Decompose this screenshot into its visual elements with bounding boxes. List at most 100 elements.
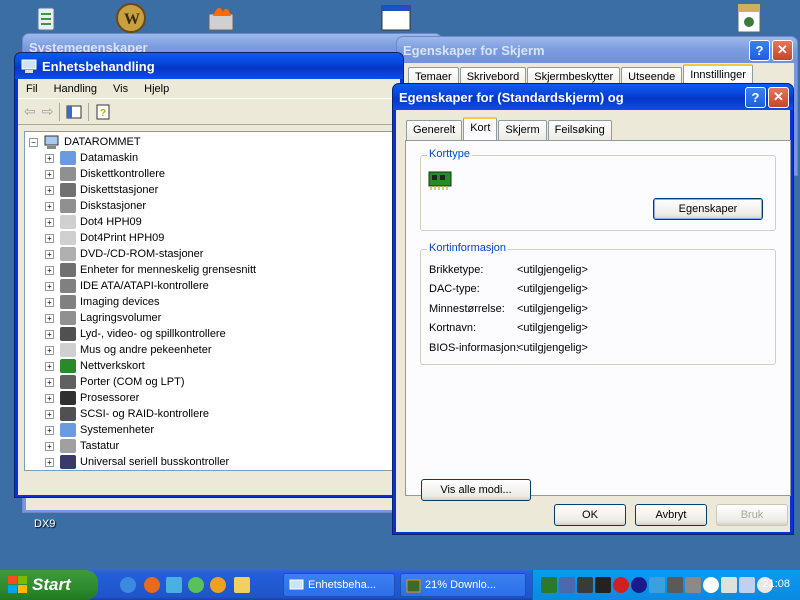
recycle-bin-icon[interactable] (30, 2, 62, 34)
expand-toggle[interactable]: + (45, 217, 54, 227)
device-category-icon (60, 391, 76, 405)
expand-toggle[interactable]: + (45, 329, 54, 339)
expand-toggle[interactable]: + (45, 153, 54, 163)
info-value-dac: <utilgjengelig> (517, 283, 588, 295)
ok-button[interactable]: OK (554, 504, 626, 526)
device-category[interactable]: + Mus og andre pekeenheter (45, 342, 211, 358)
expand-toggle[interactable]: + (45, 409, 54, 419)
menu-hjelp[interactable]: Hjelp (136, 83, 177, 95)
device-category-icon (60, 231, 76, 245)
device-category[interactable]: + Diskstasjoner (45, 198, 146, 214)
expand-toggle[interactable]: + (45, 297, 54, 307)
device-category[interactable]: + SCSI- og RAID-kontrollere (45, 406, 209, 422)
menu-bar: Fil Handling Vis Hjelp (18, 79, 400, 99)
expand-toggle[interactable]: + (45, 393, 54, 403)
bruk-button[interactable]: Bruk (716, 504, 788, 526)
menu-fil[interactable]: Fil (18, 83, 46, 95)
device-category[interactable]: + Prosessorer (45, 390, 139, 406)
expand-toggle[interactable]: + (45, 281, 54, 291)
device-category[interactable]: + DVD-/CD-ROM-stasjoner (45, 246, 203, 262)
device-category[interactable]: + Diskettstasjoner (45, 182, 158, 198)
close-button[interactable]: ✕ (772, 39, 793, 61)
tray-icon-9[interactable] (685, 577, 701, 593)
media-icon[interactable] (210, 577, 226, 593)
tab-kort[interactable]: Kort (463, 117, 498, 140)
tray-icon-11[interactable] (721, 577, 737, 593)
tray-icon-12[interactable] (739, 577, 755, 593)
taskbar-button-label: 21% Downlo... (425, 579, 496, 591)
clock-app-icon[interactable] (234, 577, 250, 593)
expand-toggle[interactable]: + (45, 169, 54, 179)
help-button[interactable]: ? (745, 86, 766, 108)
device-category[interactable]: + Imaging devices (45, 294, 160, 310)
expand-toggle[interactable]: + (45, 345, 54, 355)
menu-vis[interactable]: Vis (105, 83, 136, 95)
device-category[interactable]: + Porter (COM og LPT) (45, 374, 185, 390)
fire-app-icon[interactable] (205, 2, 237, 34)
help-button[interactable]: ? (749, 39, 770, 61)
device-category[interactable]: + Lagringsvolumer (45, 310, 161, 326)
device-category[interactable]: + Nettverkskort (45, 358, 145, 374)
tray-icon-3[interactable] (577, 577, 593, 593)
device-category[interactable]: + Systemenheter (45, 422, 154, 438)
menu-handling[interactable]: Handling (46, 83, 105, 95)
expand-toggle[interactable]: + (45, 201, 54, 211)
device-category[interactable]: + Diskettkontrollere (45, 166, 165, 182)
device-category[interactable]: + Enheter for menneskelig grensesnitt (45, 262, 256, 278)
device-category-label: Lyd-, video- og spillkontrollere (80, 328, 226, 340)
collapse-toggle[interactable]: − (29, 137, 38, 147)
app-icon[interactable] (166, 577, 182, 593)
expand-toggle[interactable]: + (45, 457, 54, 467)
info-key-brikketype: Brikketype: (429, 264, 484, 276)
ie-icon[interactable] (120, 577, 136, 593)
expand-toggle[interactable]: + (45, 265, 54, 275)
expand-toggle[interactable]: + (45, 361, 54, 371)
warcraft-icon[interactable]: W (115, 2, 147, 34)
msn-icon[interactable] (188, 577, 204, 593)
tray-icon-6[interactable] (631, 577, 647, 593)
device-category[interactable]: + Universal seriell busskontroller (45, 454, 229, 470)
firefox-icon[interactable] (144, 577, 160, 593)
tray-icon-2[interactable] (559, 577, 575, 593)
device-category[interactable]: + Datamaskin (45, 150, 138, 166)
device-manager-window[interactable]: Enhetsbehandling Fil Handling Vis Hjelp … (14, 52, 404, 498)
device-category[interactable]: + Dot4 HPH09 (45, 214, 142, 230)
device-category[interactable]: + IDE ATA/ATAPI-kontrollere (45, 278, 209, 294)
close-button[interactable]: ✕ (768, 86, 789, 108)
vis-alle-modi-button[interactable]: Vis alle modi... (421, 479, 531, 501)
forward-arrow-icon[interactable]: ⇨ (42, 103, 54, 120)
taskbar-button-download[interactable]: 21% Downlo... (400, 573, 526, 597)
expand-toggle[interactable]: + (45, 441, 54, 451)
taskbar-button-device-manager[interactable]: Enhetsbeha... (283, 573, 395, 597)
jpg-file-icon[interactable] (732, 2, 764, 34)
adapter-properties-dialog[interactable]: Egenskaper for (Standardskjerm) og ? ✕ G… (392, 83, 794, 535)
tray-icon-4[interactable] (595, 577, 611, 593)
tray-icon-5[interactable] (613, 577, 629, 593)
show-hide-tree-icon[interactable] (66, 104, 82, 120)
expand-toggle[interactable]: + (45, 313, 54, 323)
expand-toggle[interactable]: + (45, 377, 54, 387)
tray-icon-10[interactable] (703, 577, 719, 593)
tray-icon-1[interactable] (541, 577, 557, 593)
properties-help-icon[interactable]: ? (95, 104, 111, 120)
device-category[interactable]: + Dot4Print HPH09 (45, 230, 164, 246)
tab-generelt[interactable]: Generelt (406, 120, 463, 140)
device-category[interactable]: + Tastatur (45, 438, 119, 454)
device-category[interactable]: + Lyd-, video- og spillkontrollere (45, 326, 226, 342)
back-arrow-icon[interactable]: ⇦ (24, 103, 36, 120)
avbryt-button[interactable]: Avbryt (635, 504, 707, 526)
egenskaper-button[interactable]: Egenskaper (653, 198, 763, 220)
expand-toggle[interactable]: + (45, 425, 54, 435)
expand-toggle[interactable]: + (45, 185, 54, 195)
window-shortcut-icon[interactable] (380, 2, 412, 34)
start-button[interactable]: Start (0, 570, 98, 600)
expand-toggle[interactable]: + (45, 249, 54, 259)
tab-feilsoking[interactable]: Feilsøking (547, 120, 612, 140)
tray-icon-7[interactable] (649, 577, 665, 593)
tree-root[interactable]: − DATAROMMET (29, 134, 141, 150)
device-category-label: Imaging devices (80, 296, 160, 308)
expand-toggle[interactable]: + (45, 233, 54, 243)
tray-icon-8[interactable] (667, 577, 683, 593)
tab-skjerm[interactable]: Skjerm (498, 120, 547, 140)
device-category-label: Tastatur (80, 440, 120, 452)
